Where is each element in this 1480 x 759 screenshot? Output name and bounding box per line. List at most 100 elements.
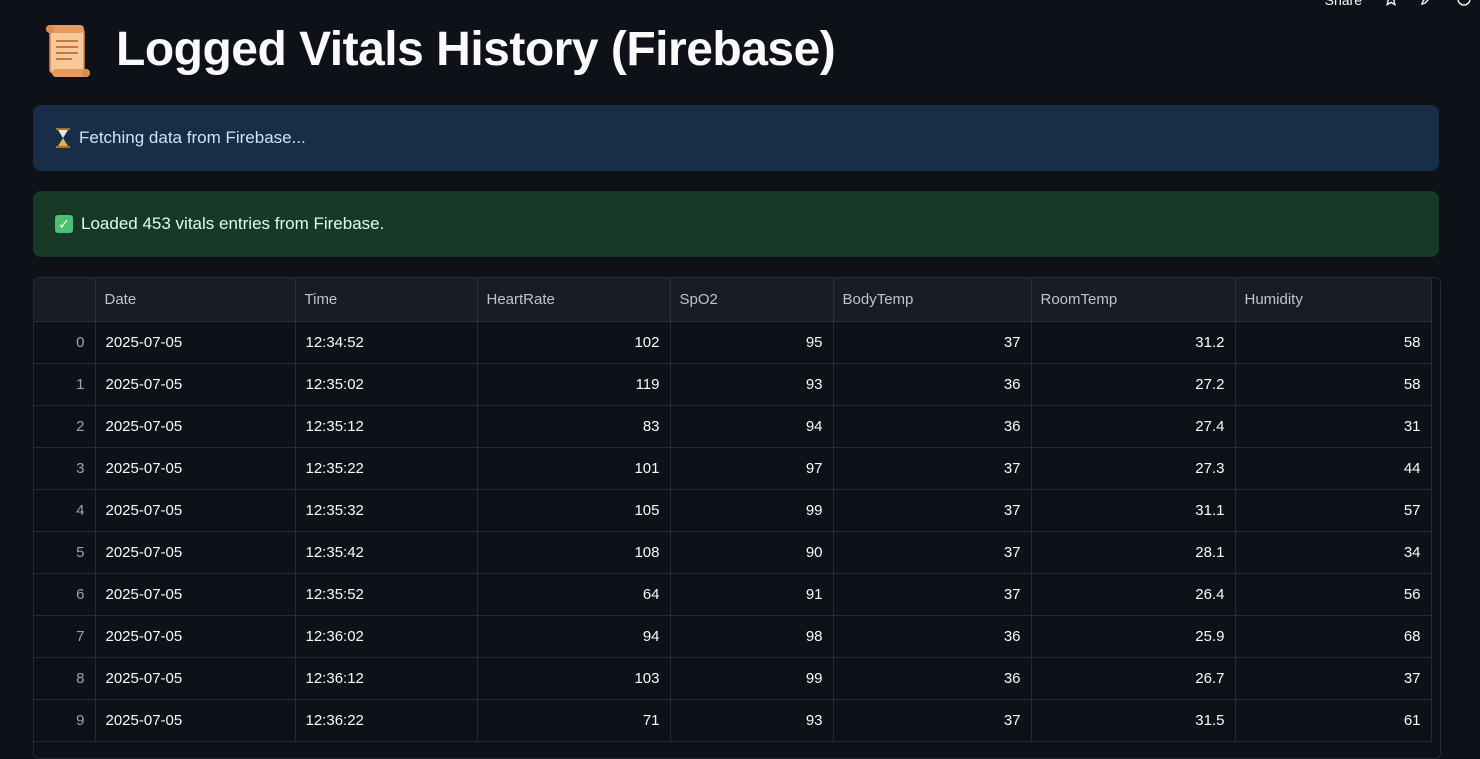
cell-time[interactable]: 12:35:02 [295, 363, 478, 406]
cell-date[interactable]: 2025-07-05 [95, 699, 296, 742]
cell-bodytemp[interactable]: 37 [833, 489, 1032, 532]
cell-heartrate[interactable]: 103 [477, 657, 671, 700]
cell-spo2[interactable]: 94 [670, 405, 834, 448]
cell-index[interactable]: 8 [34, 657, 96, 700]
cell-date[interactable]: 2025-07-05 [95, 363, 296, 406]
column-header-spo2[interactable]: SpO2 [670, 278, 834, 322]
cell-index[interactable]: 1 [34, 363, 96, 406]
table-row[interactable]: 2 2025-07-05 12:35:12 83 94 36 27.4 31 [34, 405, 1432, 448]
cell-bodytemp[interactable]: 36 [833, 615, 1032, 658]
cell-index[interactable]: 2 [34, 405, 96, 448]
cell-time[interactable]: 12:35:42 [295, 531, 478, 574]
cell-date[interactable]: 2025-07-05 [95, 447, 296, 490]
cell-index[interactable]: 6 [34, 573, 96, 616]
star-icon[interactable] [1384, 0, 1398, 8]
cell-time[interactable]: 12:36:02 [295, 615, 478, 658]
cell-index[interactable]: 5 [34, 531, 96, 574]
table-row[interactable]: 0 2025-07-05 12:34:52 102 95 37 31.2 58 [34, 321, 1432, 364]
table-row[interactable]: 8 2025-07-05 12:36:12 103 99 36 26.7 37 [34, 657, 1432, 700]
table-row[interactable]: 4 2025-07-05 12:35:32 105 99 37 31.1 57 [34, 489, 1432, 532]
cell-bodytemp[interactable]: 36 [833, 405, 1032, 448]
cell-heartrate[interactable]: 71 [477, 699, 671, 742]
table-row[interactable]: 9 2025-07-05 12:36:22 71 93 37 31.5 61 [34, 699, 1432, 742]
cell-humidity[interactable]: 68 [1235, 615, 1432, 658]
cell-heartrate[interactable]: 105 [477, 489, 671, 532]
cell-roomtemp[interactable]: 25.9 [1031, 615, 1236, 658]
table-scrollbar[interactable] [1432, 278, 1440, 758]
column-header-index[interactable] [34, 278, 96, 322]
cell-roomtemp[interactable]: 31.5 [1031, 699, 1236, 742]
cell-heartrate[interactable]: 83 [477, 405, 671, 448]
cell-index[interactable]: 7 [34, 615, 96, 658]
cell-bodytemp[interactable]: 37 [833, 531, 1032, 574]
cell-bodytemp[interactable]: 37 [833, 573, 1032, 616]
table-row[interactable]: 1 2025-07-05 12:35:02 119 93 36 27.2 58 [34, 363, 1432, 406]
cell-humidity[interactable]: 56 [1235, 573, 1432, 616]
cell-humidity[interactable]: 57 [1235, 489, 1432, 532]
cell-humidity[interactable]: 31 [1235, 405, 1432, 448]
cell-index[interactable]: 0 [34, 321, 96, 364]
cell-roomtemp[interactable]: 31.2 [1031, 321, 1236, 364]
cell-index[interactable]: 3 [34, 447, 96, 490]
cell-date[interactable]: 2025-07-05 [95, 615, 296, 658]
share-button[interactable]: Share [1325, 0, 1362, 8]
cell-date[interactable]: 2025-07-05 [95, 531, 296, 574]
cell-heartrate[interactable]: 101 [477, 447, 671, 490]
cell-roomtemp[interactable]: 28.1 [1031, 531, 1236, 574]
cell-date[interactable]: 2025-07-05 [95, 657, 296, 700]
cell-time[interactable]: 12:35:52 [295, 573, 478, 616]
cell-spo2[interactable]: 95 [670, 321, 834, 364]
cell-spo2[interactable]: 99 [670, 657, 834, 700]
cell-spo2[interactable]: 98 [670, 615, 834, 658]
table-row[interactable]: 3 2025-07-05 12:35:22 101 97 37 27.3 44 [34, 447, 1432, 490]
cell-time[interactable]: 12:35:12 [295, 405, 478, 448]
cell-humidity[interactable]: 58 [1235, 321, 1432, 364]
column-header-date[interactable]: Date [95, 278, 296, 322]
cell-date[interactable]: 2025-07-05 [95, 321, 296, 364]
cell-humidity[interactable]: 34 [1235, 531, 1432, 574]
cell-spo2[interactable]: 93 [670, 699, 834, 742]
cell-roomtemp[interactable]: 27.2 [1031, 363, 1236, 406]
table-row[interactable]: 6 2025-07-05 12:35:52 64 91 37 26.4 56 [34, 573, 1432, 616]
column-header-time[interactable]: Time [295, 278, 478, 322]
cell-bodytemp[interactable]: 37 [833, 321, 1032, 364]
vitals-dataframe[interactable]: Date Time HeartRate SpO2 BodyTemp RoomTemp Hum… [33, 277, 1441, 759]
cell-heartrate[interactable]: 64 [477, 573, 671, 616]
cell-spo2[interactable]: 91 [670, 573, 834, 616]
cell-roomtemp[interactable]: 27.3 [1031, 447, 1236, 490]
cell-bodytemp[interactable]: 36 [833, 657, 1032, 700]
cell-heartrate[interactable]: 94 [477, 615, 671, 658]
cell-humidity[interactable]: 58 [1235, 363, 1432, 406]
cell-roomtemp[interactable]: 27.4 [1031, 405, 1236, 448]
cell-humidity[interactable]: 61 [1235, 699, 1432, 742]
cell-time[interactable]: 12:36:12 [295, 657, 478, 700]
table-row[interactable]: 5 2025-07-05 12:35:42 108 90 37 28.1 34 [34, 531, 1432, 574]
cell-spo2[interactable]: 93 [670, 363, 834, 406]
cell-roomtemp[interactable]: 31.1 [1031, 489, 1236, 532]
column-header-roomtemp[interactable]: RoomTemp [1031, 278, 1236, 322]
cell-bodytemp[interactable]: 36 [833, 363, 1032, 406]
cell-heartrate[interactable]: 108 [477, 531, 671, 574]
cell-time[interactable]: 12:35:22 [295, 447, 478, 490]
cell-time[interactable]: 12:35:32 [295, 489, 478, 532]
cell-index[interactable]: 4 [34, 489, 96, 532]
column-header-bodytemp[interactable]: BodyTemp [833, 278, 1032, 322]
cell-spo2[interactable]: 90 [670, 531, 834, 574]
cell-time[interactable]: 12:34:52 [295, 321, 478, 364]
pencil-icon[interactable] [1420, 0, 1434, 8]
cell-heartrate[interactable]: 102 [477, 321, 671, 364]
cell-humidity[interactable]: 37 [1235, 657, 1432, 700]
cell-index[interactable]: 9 [34, 699, 96, 742]
cell-bodytemp[interactable]: 37 [833, 699, 1032, 742]
table-row[interactable]: 7 2025-07-05 12:36:02 94 98 36 25.9 68 [34, 615, 1432, 658]
cell-roomtemp[interactable]: 26.4 [1031, 573, 1236, 616]
cell-bodytemp[interactable]: 37 [833, 447, 1032, 490]
cell-roomtemp[interactable]: 26.7 [1031, 657, 1236, 700]
cell-spo2[interactable]: 99 [670, 489, 834, 532]
cell-date[interactable]: 2025-07-05 [95, 489, 296, 532]
cell-heartrate[interactable]: 119 [477, 363, 671, 406]
column-header-heartrate[interactable]: HeartRate [477, 278, 671, 322]
cell-date[interactable]: 2025-07-05 [95, 573, 296, 616]
cell-spo2[interactable]: 97 [670, 447, 834, 490]
cell-time[interactable]: 12:36:22 [295, 699, 478, 742]
